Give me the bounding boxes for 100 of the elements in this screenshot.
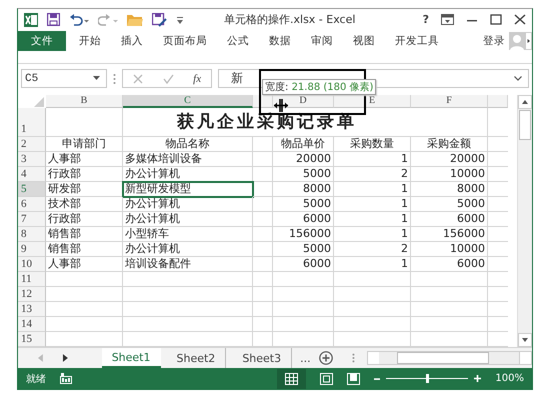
table-cell: 行政部 xyxy=(46,167,123,182)
column-header[interactable]: C xyxy=(123,95,253,108)
maximize-icon[interactable] xyxy=(490,14,502,26)
empty-cell xyxy=(273,272,334,288)
row-header[interactable]: 13 xyxy=(18,302,46,318)
row-header[interactable]: 9 xyxy=(18,242,46,258)
width-tooltip: 宽度: 21.88 (180 像素) xyxy=(262,79,376,95)
column-header[interactable]: D xyxy=(273,95,334,108)
sheet-tab[interactable]: Sheet1 xyxy=(102,348,160,368)
zoom-in-icon[interactable] xyxy=(474,375,482,382)
table-cell: 8000 xyxy=(273,182,334,198)
table-cell: 6000 xyxy=(411,257,488,272)
row-header[interactable]: 8 xyxy=(18,227,46,242)
empty-cell xyxy=(253,287,273,302)
table-cell: 1 xyxy=(334,182,411,198)
sign-in-link[interactable]: 登录 xyxy=(479,34,509,48)
more-sheets-button[interactable]: ... xyxy=(298,352,313,365)
table-cell: 6000 xyxy=(273,212,334,228)
table-cell: 研发部 xyxy=(46,182,123,198)
save-icon[interactable] xyxy=(47,13,60,26)
table-cell: 10000 xyxy=(411,167,488,182)
empty-cell xyxy=(273,302,334,318)
table-cell[interactable]: 新型研发模型 xyxy=(123,182,253,198)
macro-record-icon[interactable] xyxy=(60,373,72,384)
ribbon-display-icon[interactable] xyxy=(441,14,454,26)
ribbon-tab[interactable]: 视图 xyxy=(346,30,382,51)
row-header[interactable]: 14 xyxy=(18,317,46,332)
empty-cell xyxy=(253,317,273,332)
close-icon[interactable] xyxy=(514,14,526,26)
table-cell: 1 xyxy=(334,227,411,242)
column-header[interactable]: E xyxy=(334,95,411,108)
row-header[interactable]: 2 xyxy=(18,137,46,152)
column-heading: 采购数量 xyxy=(334,137,411,152)
table-cell: 办公计算机 xyxy=(123,212,253,228)
page-break-icon[interactable] xyxy=(347,372,360,385)
table-cell: 人事部 xyxy=(46,152,123,168)
row-header[interactable]: 10 xyxy=(18,257,46,272)
empty-cell xyxy=(273,287,334,302)
row-header[interactable]: 5 xyxy=(18,182,46,198)
split-handle-icon[interactable] xyxy=(352,353,355,364)
zoom-level[interactable]: 100% xyxy=(495,373,524,384)
ribbon-tab[interactable]: 开始 xyxy=(72,30,108,51)
insert-function-button[interactable]: fx xyxy=(193,72,202,85)
ribbon-tab[interactable]: 公式 xyxy=(220,30,256,51)
column-heading: 采购金额 xyxy=(411,137,488,152)
row-header[interactable]: 11 xyxy=(18,272,46,288)
column-heading: 物品单价 xyxy=(273,137,334,152)
ribbon-tab[interactable]: 插入 xyxy=(114,30,150,51)
column-header[interactable] xyxy=(253,95,273,108)
ribbon-tab[interactable]: 审阅 xyxy=(304,30,340,51)
resize-cursor-icon xyxy=(274,99,288,112)
status-text: 就绪 xyxy=(26,372,46,386)
horizontal-scrollbar[interactable] xyxy=(366,351,532,366)
table-cell: 5000 xyxy=(273,167,334,182)
empty-cell xyxy=(253,212,273,228)
scrollbar-thumb[interactable] xyxy=(519,110,531,140)
ribbon-tab[interactable]: 页面布局 xyxy=(156,30,214,51)
table-cell: 销售部 xyxy=(46,242,123,258)
empty-cell xyxy=(253,302,273,318)
scroll-down-icon[interactable] xyxy=(522,338,528,342)
ribbon-tab[interactable]: 开发工具 xyxy=(388,30,446,51)
zoom-slider-thumb[interactable] xyxy=(426,374,430,384)
check-icon[interactable] xyxy=(162,74,174,84)
table-cell: 156000 xyxy=(273,227,334,242)
grid-icon xyxy=(285,372,298,385)
drag-handle-icon[interactable] xyxy=(113,72,116,85)
row-header[interactable]: 12 xyxy=(18,287,46,302)
ribbon-tab[interactable]: 数据 xyxy=(262,30,298,51)
table-cell: 6000 xyxy=(411,212,488,228)
save-edit-icon[interactable] xyxy=(152,12,167,27)
name-box[interactable]: C5 xyxy=(21,69,107,88)
row-header[interactable]: 3 xyxy=(18,152,46,168)
table-cell: 1 xyxy=(334,197,411,212)
vertical-scrollbar[interactable] xyxy=(517,95,532,348)
row-header[interactable]: 4 xyxy=(18,167,46,182)
table-cell: 人事部 xyxy=(46,257,123,272)
next-sheet-icon[interactable] xyxy=(62,354,68,362)
column-header[interactable]: B xyxy=(46,95,123,108)
spreadsheet-logo-icon[interactable] xyxy=(24,12,38,27)
empty-cell xyxy=(253,242,273,258)
row-header[interactable]: 1 xyxy=(18,108,46,138)
table-cell: 办公计算机 xyxy=(123,197,253,212)
table-cell: 1 xyxy=(334,257,411,272)
row-header[interactable]: 7 xyxy=(18,212,46,228)
table-cell: 156000 xyxy=(411,227,488,242)
window-title: 单元格的操作.xlsx - Excel xyxy=(223,12,356,28)
column-header[interactable]: F xyxy=(411,95,488,108)
page-layout-icon[interactable] xyxy=(320,372,334,385)
row-header[interactable]: 15 xyxy=(18,332,46,348)
normal-view-button[interactable] xyxy=(277,368,306,389)
table-cell: 培训设备配件 xyxy=(123,257,253,272)
table-cell: 技术部 xyxy=(46,197,123,212)
add-sheet-icon[interactable] xyxy=(318,351,333,366)
undo-icon[interactable] xyxy=(69,13,89,26)
row-header[interactable]: 6 xyxy=(18,197,46,212)
scroll-up-icon[interactable] xyxy=(522,100,528,104)
empty-cell xyxy=(253,182,273,198)
help-button[interactable]: ? xyxy=(422,13,429,26)
ribbon-tab[interactable]: 文件 xyxy=(18,30,66,51)
table-cell: 5000 xyxy=(273,242,334,258)
